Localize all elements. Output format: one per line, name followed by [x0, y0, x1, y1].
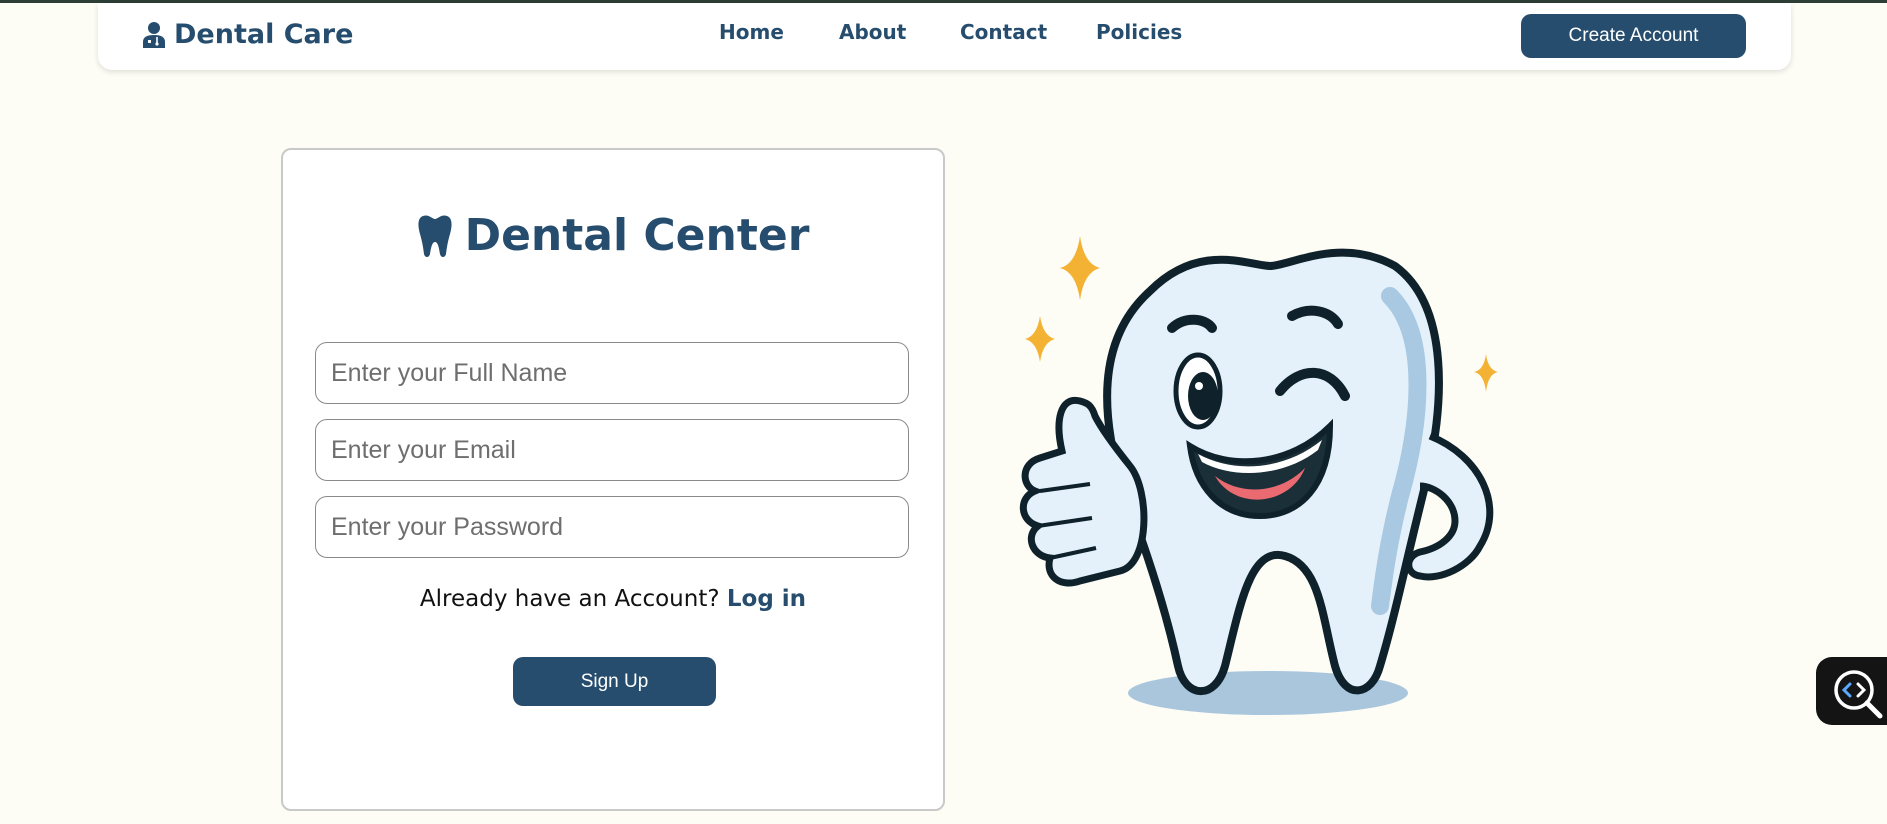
- tooth-icon: [418, 215, 452, 257]
- nav-link-home[interactable]: Home: [719, 20, 784, 44]
- full-name-input[interactable]: [315, 342, 909, 404]
- nav-link-policies[interactable]: Policies: [1096, 20, 1182, 44]
- tooth-mascot-illustration: [1000, 236, 1520, 730]
- brand-name: Dental Care: [174, 19, 354, 50]
- sign-up-button[interactable]: Sign Up: [513, 657, 716, 706]
- sparkle-icon: [1474, 354, 1498, 392]
- form-title-text: Dental Center: [464, 210, 810, 261]
- code-inspector-button[interactable]: [1816, 657, 1887, 725]
- login-prompt-text: Already have an Account?: [419, 586, 720, 612]
- sparkle-icon: [1060, 236, 1100, 300]
- login-link[interactable]: Log in: [727, 586, 806, 612]
- signup-card: Dental Center Already have an Account? L…: [281, 148, 945, 811]
- code-search-icon: [1834, 670, 1883, 719]
- brand-logo[interactable]: Dental Care: [142, 19, 353, 50]
- nav-link-about[interactable]: About: [839, 20, 906, 44]
- nav-link-contact[interactable]: Contact: [960, 20, 1047, 44]
- email-input[interactable]: [315, 419, 909, 481]
- sparkle-icon: [1025, 316, 1055, 362]
- user-doctor-icon: [143, 21, 165, 48]
- create-account-button[interactable]: Create Account: [1521, 14, 1746, 58]
- navbar: Dental Care Home About Contact Policies …: [98, 3, 1791, 70]
- login-prompt-line: Already have an Account? Log in: [283, 586, 943, 612]
- form-title: Dental Center: [283, 210, 943, 261]
- password-input[interactable]: [315, 496, 909, 558]
